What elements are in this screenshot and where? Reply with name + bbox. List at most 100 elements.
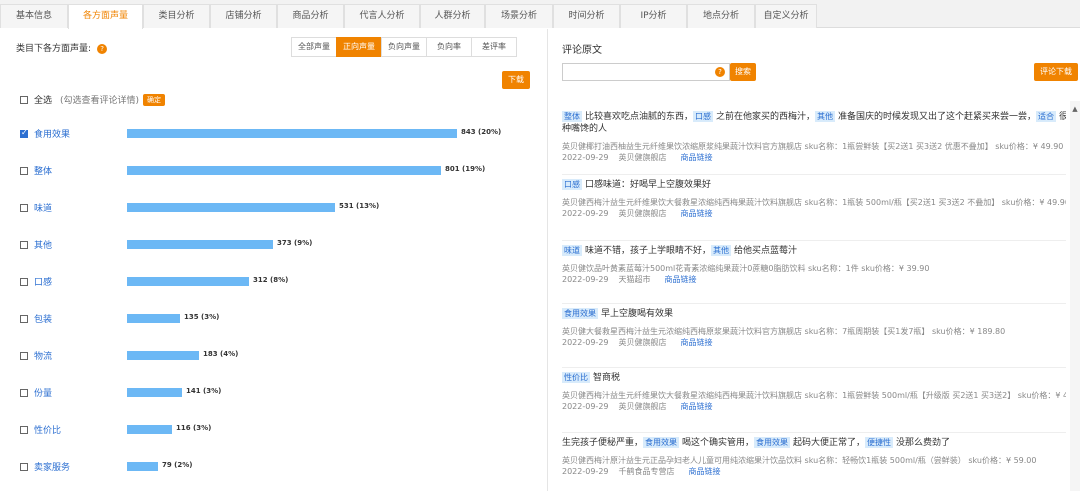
review-text-segment: 比较喜欢吃点油腻的东西， (585, 112, 694, 122)
review-item: 食用效果 早上空腹喝有效果英贝健大餐救星西梅汁益生元浓缩纯西梅原浆果蔬汁饮料官方旗… (562, 308, 1066, 368)
review-date: 2022-09-29 (562, 402, 609, 411)
tab-11[interactable]: 自定义分析 (755, 4, 817, 28)
aspect-pct: 3% (196, 424, 209, 432)
confirm-button[interactable]: 确定 (143, 93, 166, 106)
aspect-label[interactable]: 性价比 (34, 423, 61, 436)
select-all-checkbox[interactable] (20, 95, 28, 104)
aspect-bar (127, 240, 273, 249)
help-icon[interactable]: ? (97, 43, 108, 54)
aspect-checkbox[interactable] (20, 351, 28, 360)
aspect-label-wrap: 食用效果 (20, 127, 70, 140)
review-text: 整体 比较喜欢吃点油腻的东西， 口感 之前在他家买的西梅汁， 其他 准备国庆的时候发现又出… (562, 111, 1066, 123)
tab-4[interactable]: 商品分析 (277, 4, 344, 28)
aspect-value: 141 (186, 387, 201, 395)
review-scrollbar[interactable]: ▲ (1070, 101, 1080, 491)
aspect-tag: 食用效果 (562, 308, 598, 319)
aspect-paren-close: ) (189, 461, 193, 469)
aspect-value-label: 843 (20%) (461, 128, 501, 136)
scroll-up-icon[interactable]: ▲ (1070, 105, 1080, 113)
review-text-segment: 早上空腹喝有效果 (601, 309, 674, 319)
review-text: 口感 口感味道：好喝早上空腹效果好 (562, 179, 1066, 191)
tab-2[interactable]: 类目分析 (143, 4, 210, 28)
tab-9[interactable]: IP分析 (620, 4, 687, 28)
aspect-paren-close: ) (285, 276, 289, 284)
review-text-cont: 种嘴馋的人 (562, 124, 608, 134)
aspect-label[interactable]: 口感 (34, 275, 52, 288)
volume-segment-0[interactable]: 全部声量 (291, 37, 337, 57)
product-link[interactable]: 商品链接 (665, 275, 697, 284)
review-text-segment: 之前在他家买的西梅汁， (716, 112, 816, 122)
aspect-pct: 8% (273, 276, 286, 284)
review-date: 2022-09-29 (562, 467, 609, 476)
aspect-pct: 20% (481, 128, 499, 136)
tab-3[interactable]: 店铺分析 (210, 4, 277, 28)
product-link[interactable]: 商品链接 (681, 153, 713, 162)
aspect-label-wrap: 其他 (20, 238, 52, 251)
review-text-segment: 味道不错，孩子上学眼睛不好， (585, 246, 712, 256)
aspect-label[interactable]: 物流 (34, 349, 52, 362)
product-link[interactable]: 商品链接 (681, 338, 713, 347)
aspect-label[interactable]: 食用效果 (34, 127, 70, 140)
aspect-value: 312 (253, 276, 268, 284)
tab-8[interactable]: 时间分析 (553, 4, 620, 28)
volume-segment-3[interactable]: 负向率 (426, 37, 472, 57)
review-download-button[interactable]: 评论下载 (1034, 63, 1078, 81)
select-hint: (勾选查看评论详情) (60, 96, 140, 106)
review-date: 2022-09-29 (562, 153, 609, 162)
download-button[interactable]: 下载 (502, 71, 530, 89)
review-item: 性价比 智商税 英贝健西梅汁益生元纤维果饮大餐救星浓缩纯西梅果蔬汁饮料旗舰店 sku… (562, 372, 1066, 433)
aspect-row: 性价比 116 (3%) (20, 423, 540, 437)
aspect-paren-close: ) (235, 350, 239, 358)
aspect-label[interactable]: 份量 (34, 386, 52, 399)
aspect-row: 物流 183 (4%) (20, 349, 540, 363)
aspect-checkbox[interactable] (20, 388, 28, 397)
tab-6[interactable]: 人群分析 (420, 4, 485, 28)
review-list: 整体 比较喜欢吃点油腻的东西， 口感 之前在他家买的西梅汁， 其他 准备国庆的时候发现又出… (548, 101, 1066, 491)
tab-0[interactable]: 基本信息 (0, 4, 68, 28)
aspect-value-label: 79 (2%) (162, 461, 192, 469)
review-text-segment: 给他买点蓝莓汁 (734, 246, 798, 256)
tab-1[interactable]: 各方面声量 (68, 4, 143, 29)
volume-segment-4[interactable]: 差评率 (471, 37, 517, 57)
review-product-info: 英贝健大餐救星西梅汁益生元浓缩纯西梅原浆果蔬汁饮料官方旗舰店 sku名称：7瓶周… (562, 327, 1006, 336)
aspect-checkbox[interactable] (20, 314, 28, 323)
aspect-label-wrap: 份量 (20, 386, 52, 399)
review-product-info: 英贝健西梅汁益生元纤维果饮大餐救星浓缩纯西梅果蔬汁饮料旗舰店 sku名称：1瓶装… (562, 198, 1066, 207)
aspect-value: 183 (203, 350, 218, 358)
aspect-label[interactable]: 味道 (34, 201, 52, 214)
review-shop: 英贝健旗舰店 (618, 402, 667, 411)
aspect-checkbox[interactable] (20, 425, 28, 434)
aspect-checkbox[interactable] (20, 240, 28, 249)
search-help-icon[interactable]: ? (715, 67, 725, 77)
aspect-label[interactable]: 包装 (34, 312, 52, 325)
aspect-row: 口感 312 (8%) (20, 275, 540, 289)
tab-7[interactable]: 场景分析 (485, 4, 553, 28)
volume-segment-2[interactable]: 负向声量 (381, 37, 427, 57)
aspect-label[interactable]: 其他 (34, 238, 52, 251)
review-search-input[interactable]: ? (562, 63, 730, 81)
aspect-row: 食用效果 843 (20%) (20, 127, 540, 141)
aspect-tag: 整体 (562, 111, 582, 122)
product-link[interactable]: 商品链接 (689, 467, 721, 476)
aspect-label[interactable]: 卖家服务 (34, 460, 70, 473)
aspect-checkbox[interactable] (20, 462, 28, 471)
volume-segment-1[interactable]: 正向声量 (336, 37, 382, 57)
review-text-segment: 智商税 (593, 373, 621, 383)
product-link[interactable]: 商品链接 (681, 402, 713, 411)
review-meta-line: 2022-09-29 英贝健旗舰店 商品链接 (562, 401, 1066, 412)
aspect-pct: 3% (204, 313, 217, 321)
review-shop: 英贝健旗舰店 (618, 209, 667, 218)
aspect-checkbox[interactable] (20, 277, 28, 286)
aspect-label[interactable]: 整体 (34, 164, 52, 177)
product-link[interactable]: 商品链接 (681, 209, 713, 218)
tab-5[interactable]: 代言人分析 (344, 4, 420, 28)
tab-10[interactable]: 地点分析 (687, 4, 755, 28)
aspect-value-label: 135 (3%) (184, 313, 219, 321)
aspect-checkbox[interactable] (20, 203, 28, 212)
aspect-checkbox[interactable] (20, 128, 28, 138)
search-button[interactable]: 搜索 (730, 63, 756, 81)
review-product-info: 英贝健西梅汁原汁益生元正品孕妇老人儿童可用纯浓缩果汁饮品饮料 sku名称：轻畅饮… (562, 456, 1037, 465)
aspect-volume-title: 类目下各方面声量:? (16, 41, 108, 54)
aspect-bar (127, 129, 457, 138)
aspect-checkbox[interactable] (20, 166, 28, 175)
